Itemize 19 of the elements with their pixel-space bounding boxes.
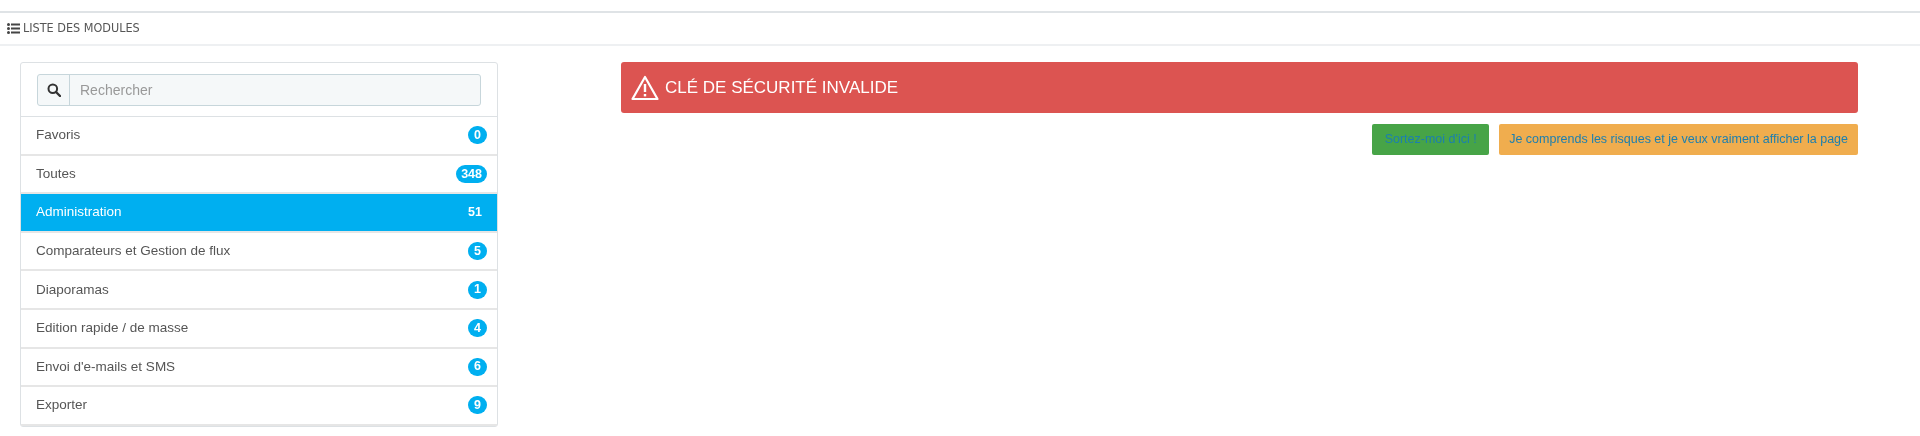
count-label: 51 — [467, 204, 483, 222]
warning-icon — [631, 74, 659, 101]
list-icon — [7, 23, 20, 34]
error-alert: CLÉ DE SÉCURITÉ INVALIDE — [621, 62, 1858, 113]
count-badge: 5 — [468, 242, 487, 261]
category-item[interactable]: Edition rapide / de masse 4 — [21, 309, 497, 349]
count-badge: 1 — [468, 280, 487, 299]
count-badge: 0 — [468, 126, 487, 145]
category-item[interactable]: Comparateurs et Gestion de flux 5 — [21, 232, 497, 272]
category-item[interactable]: Favoris 0 — [21, 117, 497, 156]
count-badge: 4 — [468, 319, 487, 338]
search-icon — [46, 83, 61, 97]
count-badge: 348 — [456, 164, 487, 183]
count-badge: 6 — [468, 357, 487, 376]
count-badge: 9 — [468, 396, 487, 415]
category-item[interactable]: Envoi d'e-mails et SMS 6 — [21, 348, 497, 388]
category-item[interactable]: Exporter 9 — [21, 387, 497, 426]
panel-title: LISTE DES MODULES — [23, 19, 140, 38]
category-item[interactable]: Diaporamas 1 — [21, 271, 497, 310]
